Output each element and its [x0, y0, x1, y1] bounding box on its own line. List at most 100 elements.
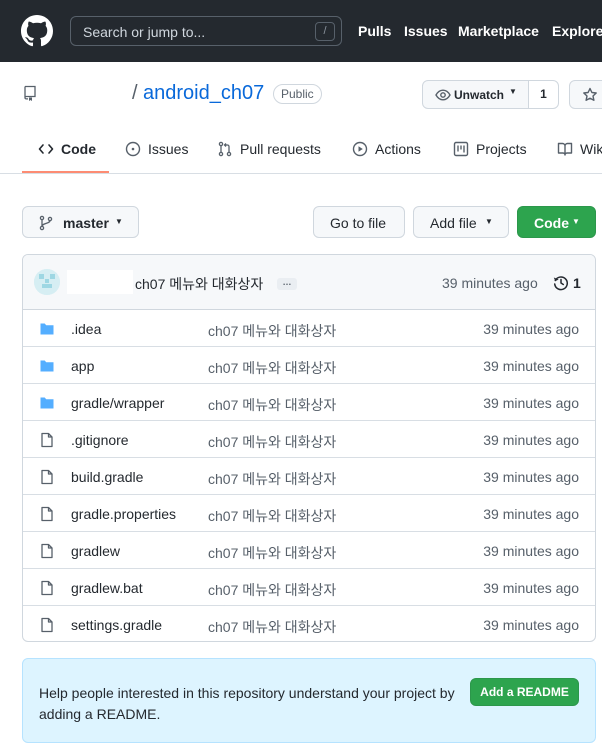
file-name-link[interactable]: gradle/wrapper: [71, 395, 164, 411]
commit-time[interactable]: 39 minutes ago: [442, 275, 538, 291]
eye-icon: [435, 89, 451, 101]
global-header: Search or jump to... / Pulls Issues Mark…: [0, 0, 602, 62]
file-icon: [41, 432, 53, 448]
history-icon[interactable]: [553, 275, 569, 291]
file-name-link[interactable]: .idea: [71, 321, 101, 337]
file-row[interactable]: gradle/wrapper ch07 메뉴와 대화상자 39 minutes ag…: [23, 384, 595, 421]
tab-label: Issues: [148, 141, 189, 157]
file-commit-time: 39 minutes ago: [483, 617, 579, 633]
file-name-link[interactable]: gradle.properties: [71, 506, 176, 522]
commit-expand-button[interactable]: …: [277, 278, 297, 290]
search-input[interactable]: Search or jump to... /: [70, 16, 342, 46]
commit-count[interactable]: 1: [573, 275, 581, 291]
tabs-divider: [0, 173, 602, 174]
folder-icon: [40, 397, 54, 409]
nav-explore[interactable]: Explore: [552, 23, 602, 39]
file-icon: [41, 469, 53, 485]
readme-prompt: Help people interested in this repositor…: [22, 658, 596, 743]
file-commit-message[interactable]: ch07 메뉴와 대화상자: [208, 358, 336, 378]
file-name-link[interactable]: .gitignore: [71, 432, 129, 448]
chevron-down-icon: ▼: [115, 217, 123, 226]
file-browser: ch07 메뉴와 대화상자 … 39 minutes ago 1 .idea ch…: [22, 254, 596, 642]
file-commit-time: 39 minutes ago: [483, 358, 579, 374]
file-name-link[interactable]: gradlew: [71, 543, 120, 559]
git-pull-request-icon: [218, 141, 232, 157]
folder-icon: [40, 323, 54, 335]
avatar[interactable]: [34, 269, 60, 295]
branch-select-button[interactable]: master ▼: [22, 206, 139, 238]
code-icon: [38, 144, 54, 154]
add-file-label: Add file: [430, 215, 477, 231]
go-to-file-label: Go to file: [330, 215, 387, 231]
branch-name: master: [63, 215, 109, 231]
file-row[interactable]: gradlew ch07 메뉴와 대화상자 39 minutes ago: [23, 532, 595, 569]
file-icon: [41, 580, 53, 596]
file-commit-message[interactable]: ch07 메뉴와 대화상자: [208, 395, 336, 415]
go-to-file-button[interactable]: Go to file: [313, 206, 405, 238]
file-name-link[interactable]: app: [71, 358, 94, 374]
github-logo-icon[interactable]: [21, 15, 53, 47]
file-row[interactable]: gradlew.bat ch07 메뉴와 대화상자 39 minutes ago: [23, 569, 595, 606]
repo-name-link[interactable]: android_ch07: [143, 82, 264, 105]
issue-opened-icon: [125, 141, 141, 157]
file-commit-time: 39 minutes ago: [483, 469, 579, 485]
identicon-icon: [34, 269, 60, 295]
commit-message-link[interactable]: ch07 메뉴와 대화상자: [135, 274, 263, 294]
nav-marketplace[interactable]: Marketplace: [458, 23, 539, 39]
visibility-badge: Public: [273, 84, 322, 104]
file-row[interactable]: .gitignore ch07 메뉴와 대화상자 39 minutes ago: [23, 421, 595, 458]
file-row[interactable]: build.gradle ch07 메뉴와 대화상자 39 minutes ago: [23, 458, 595, 495]
star-icon: [583, 87, 597, 101]
file-commit-message[interactable]: ch07 메뉴와 대화상자: [208, 321, 336, 341]
chevron-down-icon: ▼: [509, 87, 517, 96]
file-commit-message[interactable]: ch07 메뉴와 대화상자: [208, 506, 336, 526]
tab-label: Actions: [375, 141, 421, 157]
star-button[interactable]: [569, 80, 602, 109]
file-commit-message[interactable]: ch07 메뉴와 대화상자: [208, 580, 336, 600]
search-placeholder: Search or jump to...: [83, 24, 206, 40]
file-commit-message[interactable]: ch07 메뉴와 대화상자: [208, 469, 336, 489]
git-branch-icon: [39, 215, 53, 231]
tab-label: Projects: [476, 141, 527, 157]
file-icon: [41, 617, 53, 633]
project-icon: [453, 141, 469, 157]
file-commit-time: 39 minutes ago: [483, 395, 579, 411]
code-button-label: Code: [534, 215, 569, 231]
tab-label: Code: [61, 141, 96, 157]
add-readme-button[interactable]: Add a README: [470, 678, 579, 706]
file-commit-time: 39 minutes ago: [483, 580, 579, 596]
file-icon: [41, 506, 53, 522]
readme-prompt-text: Help people interested in this repositor…: [39, 685, 455, 722]
file-name-link[interactable]: settings.gradle: [71, 617, 162, 633]
nav-issues[interactable]: Issues: [404, 23, 448, 39]
file-name-link[interactable]: build.gradle: [71, 469, 143, 485]
file-commit-message[interactable]: ch07 메뉴와 대화상자: [208, 432, 336, 452]
code-button[interactable]: Code ▼: [517, 206, 596, 238]
tab-label: Pull requests: [240, 141, 321, 157]
file-commit-time: 39 minutes ago: [483, 432, 579, 448]
tab-label: Wiki: [580, 141, 602, 157]
file-row[interactable]: gradle.properties ch07 메뉴와 대화상자 39 minutes…: [23, 495, 595, 532]
repo-owner-redacted: [40, 80, 136, 108]
add-file-button[interactable]: Add file ▼: [413, 206, 509, 238]
repo-path-separator: /: [132, 82, 138, 104]
file-row[interactable]: app ch07 메뉴와 대화상자 39 minutes ago: [23, 347, 595, 384]
file-commit-message[interactable]: ch07 메뉴와 대화상자: [208, 543, 336, 563]
unwatch-label: Unwatch: [454, 88, 505, 102]
file-name-link[interactable]: gradlew.bat: [71, 580, 143, 596]
file-commit-message[interactable]: ch07 메뉴와 대화상자: [208, 617, 336, 637]
file-commit-time: 39 minutes ago: [483, 506, 579, 522]
nav-pulls[interactable]: Pulls: [358, 23, 391, 39]
search-shortcut-key: /: [315, 22, 335, 41]
file-row[interactable]: .idea ch07 메뉴와 대화상자 39 minutes ago: [23, 310, 595, 347]
unwatch-button[interactable]: Unwatch ▼: [422, 80, 530, 109]
repo-icon: [24, 85, 36, 101]
play-icon: [352, 141, 368, 157]
book-icon: [557, 142, 573, 156]
file-icon: [41, 543, 53, 559]
chevron-down-icon: ▼: [485, 217, 493, 226]
file-row[interactable]: settings.gradle ch07 메뉴와 대화상자 39 minutes a…: [23, 606, 595, 641]
file-commit-time: 39 minutes ago: [483, 543, 579, 559]
latest-commit-bar: ch07 메뉴와 대화상자 … 39 minutes ago 1: [23, 255, 595, 310]
watch-count[interactable]: 1: [528, 80, 559, 109]
